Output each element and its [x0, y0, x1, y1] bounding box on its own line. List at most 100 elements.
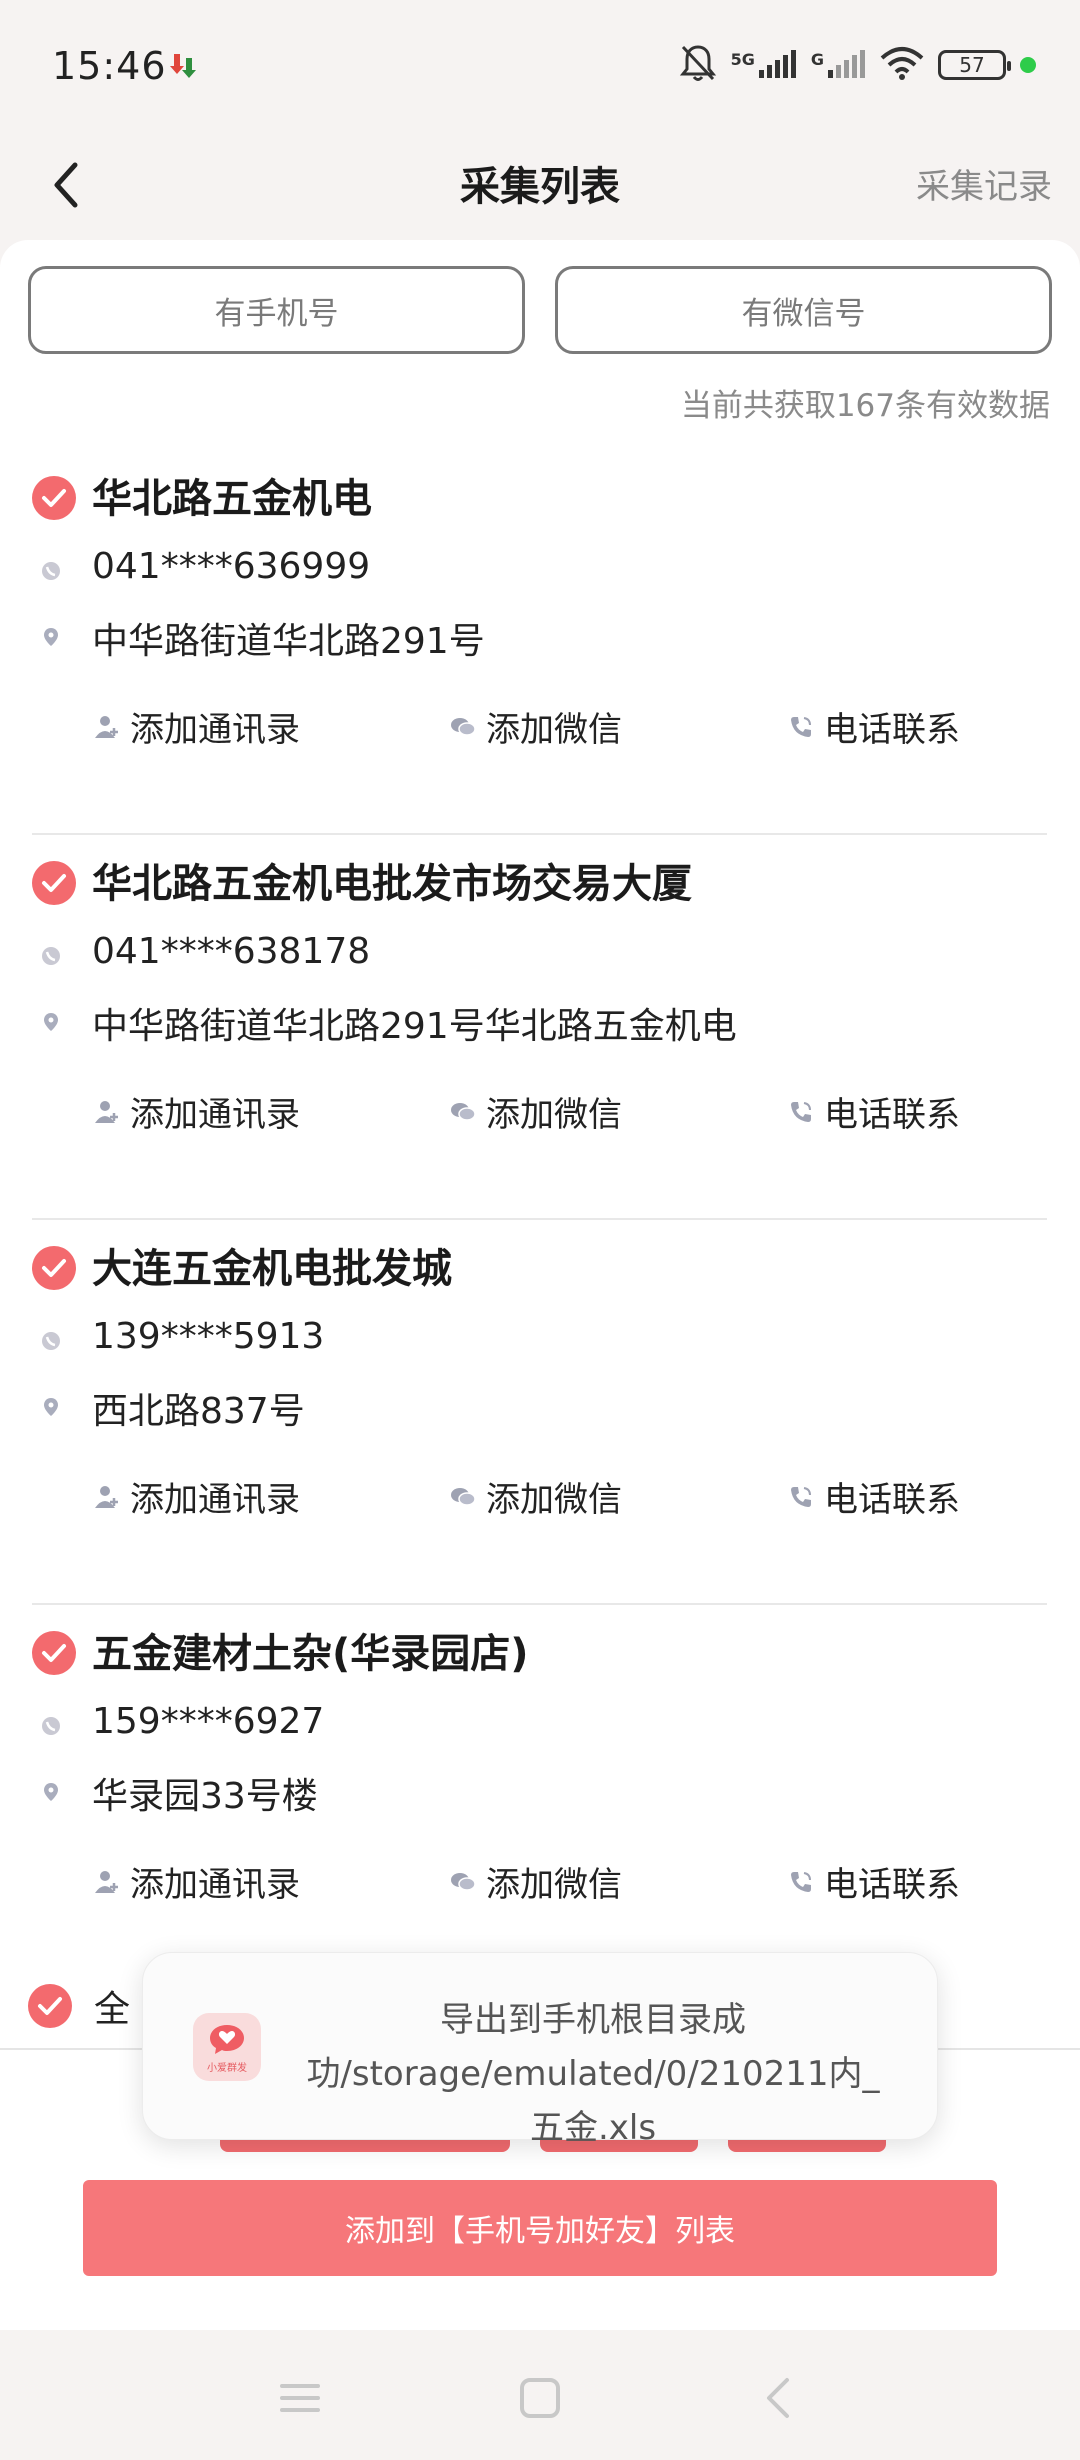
signal-icon: 5G: [731, 50, 797, 80]
call-label: 电话联系: [824, 710, 960, 750]
add-contacts-button[interactable]: 添加通讯录: [94, 1472, 300, 1521]
export-success-toast: 小爱群发 导出到手机根目录成功/storage/emulated/0/21021…: [142, 1952, 938, 2148]
item-phone: 041****638178: [92, 931, 371, 972]
toast-message: 导出到手机根目录成功/storage/emulated/0/210211内_五金…: [306, 2000, 880, 2148]
location-pin-icon: [40, 626, 62, 648]
location-pin-icon: [40, 1396, 62, 1418]
list-item[interactable]: 华北路五金机电 041****636999 中华路街道华北路291号 添加通讯录…: [32, 450, 1047, 835]
wifi-icon: [880, 46, 924, 84]
add-contacts-label: 添加通讯录: [130, 1480, 300, 1520]
phone-call-icon: [788, 1484, 814, 1510]
location-pin-icon: [40, 1781, 62, 1803]
item-phone: 139****5913: [92, 1316, 325, 1357]
add-wechat-label: 添加微信: [486, 1095, 622, 1135]
item-title: 华北路五金机电批发市场交易大厦: [92, 861, 692, 907]
item-title: 华北路五金机电: [92, 476, 372, 522]
item-address: 华录园33号楼: [92, 1776, 318, 1817]
filter-bar: 有手机号 有微信号: [28, 266, 1052, 354]
add-contacts-button[interactable]: 添加通讯录: [94, 1857, 300, 1906]
phone-icon: [40, 945, 62, 967]
status-time: 15:46: [52, 44, 167, 88]
main-card: 有手机号 有微信号 当前共获取167条有效数据 华北路五金机电 041****6…: [0, 240, 1080, 2050]
phone-call-icon: [788, 1869, 814, 1895]
menu-icon: [280, 2384, 320, 2412]
home-square-icon: [520, 2378, 560, 2418]
call-button[interactable]: 电话联系: [788, 1472, 960, 1521]
checkbox-checked[interactable]: [32, 1631, 76, 1675]
location-pin-icon: [40, 1011, 62, 1033]
add-contact-icon: [94, 714, 120, 740]
status-bar: 15:46 5G G 57: [0, 0, 1080, 135]
add-contacts-button[interactable]: 添加通讯录: [94, 1087, 300, 1136]
check-icon: [42, 1644, 66, 1662]
call-label: 电话联系: [824, 1480, 960, 1520]
wechat-icon: [450, 1484, 476, 1510]
item-address: 西北路837号: [92, 1391, 305, 1432]
checkbox-checked[interactable]: [28, 1984, 72, 2028]
home-button[interactable]: [510, 2368, 570, 2428]
item-actions: 添加通讯录 添加微信 电话联系: [32, 1857, 1047, 1907]
phone-icon: [40, 1330, 62, 1352]
menu-button[interactable]: [270, 2368, 330, 2428]
add-contact-icon: [94, 1869, 120, 1895]
select-all-toggle[interactable]: 全: [28, 1980, 130, 2032]
wechat-icon: [450, 1099, 476, 1125]
item-address: 中华路街道华北路291号: [92, 621, 485, 662]
checkbox-checked[interactable]: [32, 861, 76, 905]
call-button[interactable]: 电话联系: [788, 1087, 960, 1136]
result-count-text: 当前共获取167条有效数据: [680, 388, 1050, 424]
check-icon: [38, 1997, 62, 2015]
wechat-icon: [450, 1869, 476, 1895]
phone-call-icon: [788, 1099, 814, 1125]
checkbox-checked[interactable]: [32, 476, 76, 520]
list-item[interactable]: 大连五金机电批发城 139****5913 西北路837号 添加通讯录 添加微信…: [32, 1220, 1047, 1605]
app-download-icon: [170, 52, 200, 84]
item-title: 大连五金机电批发城: [92, 1246, 452, 1292]
check-icon: [42, 874, 66, 892]
item-actions: 添加通讯录 添加微信 电话联系: [32, 702, 1047, 752]
add-wechat-label: 添加微信: [486, 710, 622, 750]
network-type-label: G: [810, 50, 824, 69]
mute-bell-icon: [679, 43, 717, 87]
call-button[interactable]: 电话联系: [788, 702, 960, 751]
system-navigation-bar: [0, 2330, 1080, 2460]
add-wechat-label: 添加微信: [486, 1865, 622, 1905]
check-icon: [42, 489, 66, 507]
filter-has-wechat-button[interactable]: 有微信号: [555, 266, 1052, 354]
header: 采集列表 采集记录: [0, 135, 1080, 240]
add-contacts-label: 添加通讯录: [130, 1865, 300, 1905]
item-phone: 041****636999: [92, 546, 371, 587]
item-phone: 159****6927: [92, 1701, 325, 1742]
item-actions: 添加通讯录 添加微信 电话联系: [32, 1472, 1047, 1522]
back-button[interactable]: [36, 145, 96, 225]
add-wechat-button[interactable]: 添加微信: [450, 1472, 622, 1521]
list-item[interactable]: 五金建材土杂(华录园店) 159****6927 华录园33号楼 添加通讯录 添…: [32, 1605, 1047, 1990]
filter-has-phone-button[interactable]: 有手机号: [28, 266, 525, 354]
phone-icon: [40, 560, 62, 582]
privacy-indicator-dot: [1020, 57, 1036, 73]
chevron-left-icon: [54, 162, 78, 208]
list-item[interactable]: 华北路五金机电批发市场交易大厦 041****638178 中华路街道华北路29…: [32, 835, 1047, 1220]
call-button[interactable]: 电话联系: [788, 1857, 960, 1906]
phone-call-icon: [788, 714, 814, 740]
call-label: 电话联系: [824, 1095, 960, 1135]
add-wechat-label: 添加微信: [486, 1480, 622, 1520]
add-wechat-button[interactable]: 添加微信: [450, 702, 622, 751]
nav-back-button[interactable]: [748, 2368, 808, 2428]
status-icons: 5G G 57: [679, 40, 1036, 90]
add-contact-icon: [94, 1484, 120, 1510]
checkbox-checked[interactable]: [32, 1246, 76, 1290]
add-contact-icon: [94, 1099, 120, 1125]
signal-icon: G: [811, 50, 866, 80]
add-to-phone-friend-list-button[interactable]: 添加到【手机号加好友】列表: [83, 2180, 997, 2276]
add-wechat-button[interactable]: 添加微信: [450, 1857, 622, 1906]
phone-icon: [40, 1715, 62, 1737]
add-contacts-label: 添加通讯录: [130, 1095, 300, 1135]
battery-icon: 57: [938, 50, 1011, 80]
add-contacts-button[interactable]: 添加通讯录: [94, 702, 300, 751]
item-actions: 添加通讯录 添加微信 电话联系: [32, 1087, 1047, 1137]
call-label: 电话联系: [824, 1865, 960, 1905]
check-icon: [42, 1259, 66, 1277]
add-wechat-button[interactable]: 添加微信: [450, 1087, 622, 1136]
collection-record-link[interactable]: 采集记录: [916, 135, 1052, 240]
